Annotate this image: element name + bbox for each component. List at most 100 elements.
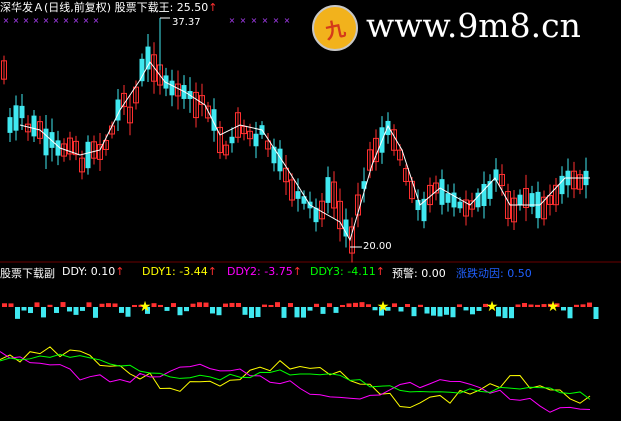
- flow-bar: [99, 303, 105, 307]
- flow-bar: [15, 307, 20, 319]
- cross-marker: ×: [43, 16, 50, 25]
- flow-bar: [229, 302, 235, 307]
- warning-readout: 预警: 0.00: [392, 267, 446, 280]
- flow-bar: [125, 307, 131, 317]
- flow-bar: [307, 307, 313, 311]
- candle-body: [445, 193, 451, 203]
- flow-bar: [340, 304, 345, 307]
- fund-readout: 涨跌动因: 0.50: [456, 267, 532, 280]
- warning-star-icon: ★: [547, 299, 560, 315]
- stock-title: 深华发Ａ(日线,前复权): [0, 1, 112, 14]
- flow-bar: [528, 304, 534, 307]
- sub-panel-name: 股票下载副: [0, 267, 55, 280]
- ddy-readout: DDY: 0.10↑: [62, 265, 125, 278]
- flow-bar: [561, 307, 566, 311]
- flow-bar: [567, 307, 573, 319]
- cross-marker: ×: [13, 16, 20, 25]
- warning-star-icon: ★: [139, 299, 152, 315]
- cross-marker: ×: [251, 16, 258, 25]
- flow-bar: [67, 307, 72, 312]
- flow-bar: [41, 307, 46, 318]
- flow-bar: [275, 302, 280, 307]
- flow-bar: [301, 307, 306, 318]
- cross-marker: ×: [262, 16, 269, 25]
- flow-bar: [2, 303, 7, 307]
- flow-bar: [223, 303, 228, 307]
- chart-canvas: × × × × × × × × × × × × × × × ×★ ★ ★ ★: [0, 16, 621, 413]
- ddy2-readout: DDY2: -3.75↑: [227, 265, 302, 278]
- flow-bar: [437, 307, 443, 317]
- flow-bar: [320, 307, 326, 314]
- cross-marker: ×: [53, 16, 60, 25]
- candle-body: [253, 133, 259, 147]
- cross-marker: ×: [284, 16, 291, 25]
- flow-bar: [359, 302, 365, 307]
- flow-bar: [515, 304, 521, 307]
- flow-bar: [151, 303, 157, 307]
- flow-bar: [509, 307, 514, 319]
- flow-bar: [197, 302, 202, 307]
- candle-body: [313, 207, 319, 223]
- candle-body: [169, 80, 175, 96]
- flow-bar: [398, 307, 404, 312]
- flow-bar: [28, 307, 33, 314]
- flow-bar: [593, 307, 599, 320]
- ddy3-readout: DDY3: -4.11↑: [310, 265, 385, 278]
- flow-bar: [216, 307, 222, 316]
- candle-body: [19, 105, 25, 119]
- candle-body: [31, 115, 37, 137]
- candle-body: [7, 117, 13, 133]
- flow-bar: [236, 302, 241, 307]
- flow-bar: [255, 307, 261, 318]
- flow-bar: [262, 304, 267, 307]
- trough-price-label: 20.00: [363, 241, 392, 252]
- up-arrow-icon: ↑: [115, 265, 125, 278]
- flow-bar: [171, 303, 176, 307]
- flow-bar: [281, 307, 287, 318]
- flow-bar: [535, 304, 540, 307]
- flow-bar: [73, 307, 79, 315]
- cross-marker: ×: [33, 16, 40, 25]
- up-arrow-icon: ↑: [375, 265, 385, 278]
- candle-body: [385, 120, 391, 136]
- candle-body: [517, 194, 523, 206]
- candle-body: [271, 146, 277, 164]
- flow-bar: [288, 303, 293, 307]
- flow-bar: [47, 304, 53, 307]
- flow-bar: [106, 303, 111, 307]
- candle-body: [43, 128, 49, 156]
- flow-bar: [184, 307, 189, 312]
- up-arrow-icon: ↑: [208, 1, 218, 14]
- flow-bar: [392, 303, 397, 307]
- ddy-label: DDY: 0.10: [62, 265, 116, 278]
- candle-body: [439, 179, 445, 205]
- logo-text: 九: [323, 15, 348, 44]
- flow-bar: [450, 307, 456, 318]
- cross-marker: ×: [229, 16, 236, 25]
- cross-marker: ×: [93, 16, 100, 25]
- flow-bar: [587, 302, 592, 307]
- candle-body: [325, 177, 331, 203]
- flow-bar: [353, 302, 358, 307]
- flow-bar: [411, 307, 417, 317]
- cross-marker: ×: [63, 16, 70, 25]
- flow-bar: [418, 304, 423, 307]
- flow-bar: [327, 303, 332, 307]
- cross-marker: ×: [83, 16, 90, 25]
- ddy1-readout: DDY1: -3.44↑: [142, 265, 217, 278]
- flow-bar: [8, 303, 14, 307]
- flow-bar: [164, 307, 170, 311]
- flow-bar: [444, 307, 449, 315]
- flow-bar: [54, 307, 59, 313]
- site-logo: 九: [312, 5, 358, 51]
- flow-bar: [457, 304, 462, 307]
- ddy1-label: DDY1: -3.44: [142, 265, 208, 278]
- ddy2-label: DDY2: -3.75: [227, 265, 293, 278]
- candle-body: [85, 141, 91, 169]
- flow-bar: [242, 307, 248, 315]
- flow-bar: [80, 307, 85, 311]
- warning-star-icon: ★: [486, 299, 499, 315]
- candle-body: [229, 136, 235, 144]
- flow-bar: [366, 304, 371, 307]
- flow-bar: [119, 307, 124, 313]
